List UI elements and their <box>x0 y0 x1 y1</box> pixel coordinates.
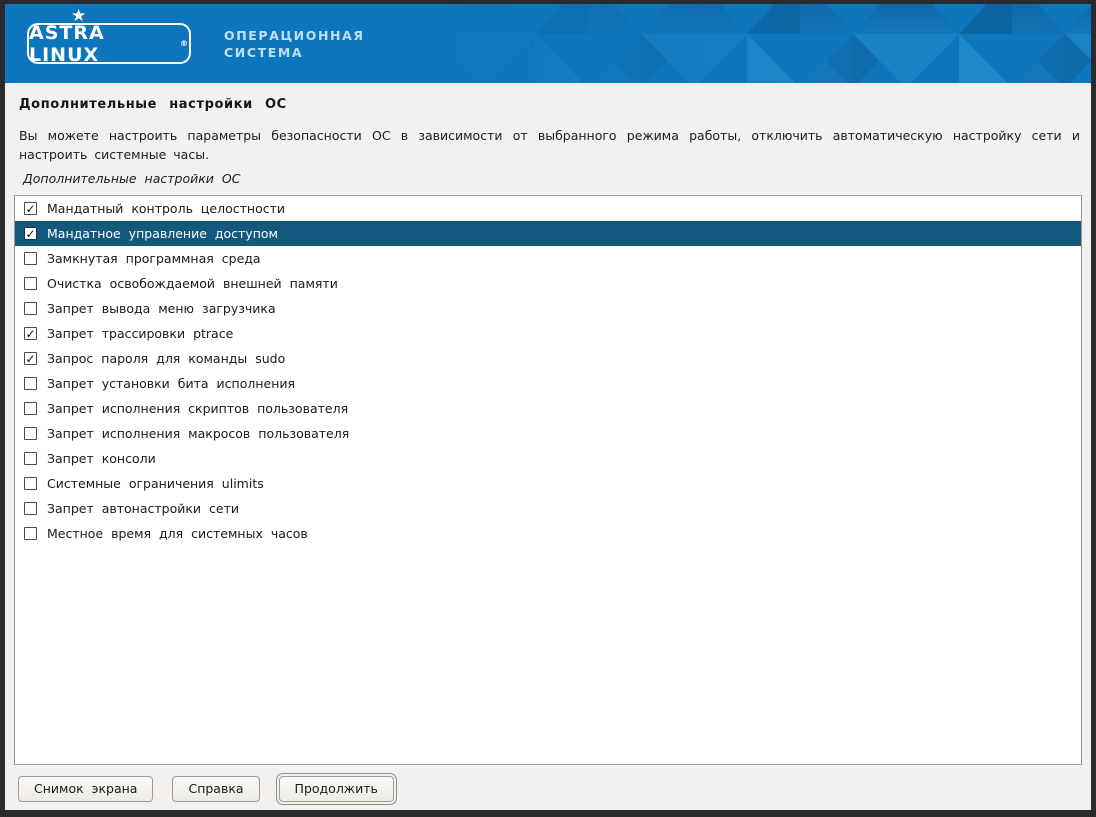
list-item[interactable]: ✓ Запрет трассировки ptrace <box>15 321 1081 346</box>
screenshot-button[interactable]: Снимок экрана <box>18 776 153 802</box>
option-label: Запрет исполнения макросов пользователя <box>47 426 349 441</box>
checkbox[interactable] <box>24 252 37 265</box>
checkbox[interactable] <box>24 527 37 540</box>
checkbox[interactable] <box>24 277 37 290</box>
checkbox[interactable] <box>24 427 37 440</box>
astra-linux-logo: ASTRA LINUX® <box>27 23 191 64</box>
option-label: Запрет исполнения скриптов пользователя <box>47 401 348 416</box>
window-content: ★ ASTRA LINUX® ОПЕРАЦИОННАЯ СИСТЕМА Допо… <box>5 4 1091 810</box>
option-label: Очистка освобождаемой внешней памяти <box>47 276 338 291</box>
list-item[interactable]: Запрет исполнения скриптов пользователя <box>15 396 1081 421</box>
checkbox[interactable]: ✓ <box>24 327 37 340</box>
main-area: Дополнительные настройки ОС Вы можете на… <box>5 83 1091 810</box>
page-description: Вы можете настроить параметры безопаснос… <box>19 126 1082 164</box>
list-item[interactable]: Системные ограничения ulimits <box>15 471 1081 496</box>
registered-mark: ® <box>180 39 189 48</box>
option-label: Системные ограничения ulimits <box>47 476 264 491</box>
page-title: Дополнительные настройки ОС <box>19 97 1082 112</box>
list-item[interactable]: Запрет установки бита исполнения <box>15 371 1081 396</box>
checkbox[interactable] <box>24 377 37 390</box>
help-button[interactable]: Справка <box>172 776 259 802</box>
checkbox[interactable] <box>24 452 37 465</box>
list-item[interactable]: Очистка освобождаемой внешней памяти <box>15 271 1081 296</box>
list-item[interactable]: Запрет исполнения макросов пользователя <box>15 421 1081 446</box>
option-label: Запрет консоли <box>47 451 156 466</box>
product-line1: ОПЕРАЦИОННАЯ <box>224 27 365 44</box>
option-label: Запрет вывода меню загрузчика <box>47 301 276 316</box>
checkbox[interactable]: ✓ <box>24 202 37 215</box>
option-label: Запрос пароля для команды sudo <box>47 351 285 366</box>
checkbox[interactable]: ✓ <box>24 352 37 365</box>
continue-button[interactable]: Продолжить <box>279 776 394 802</box>
checkbox[interactable] <box>24 302 37 315</box>
installer-window: ★ ASTRA LINUX® ОПЕРАЦИОННАЯ СИСТЕМА Допо… <box>0 0 1096 817</box>
logo-text: ASTRA LINUX <box>29 22 179 66</box>
header-banner: ★ ASTRA LINUX® ОПЕРАЦИОННАЯ СИСТЕМА <box>5 4 1091 83</box>
list-item[interactable]: Замкнутая программная среда <box>15 246 1081 271</box>
option-label: Запрет установки бита исполнения <box>47 376 295 391</box>
list-item[interactable]: Местное время для системных часов <box>15 521 1081 546</box>
footer-bar: Снимок экрана Справка Продолжить <box>14 776 1082 802</box>
list-item[interactable]: ✓ Мандатный контроль целостности <box>15 196 1081 221</box>
list-item[interactable]: Запрет вывода меню загрузчика <box>15 296 1081 321</box>
list-caption: Дополнительные настройки ОС <box>23 171 1082 186</box>
checkbox[interactable]: ✓ <box>24 227 37 240</box>
star-icon: ★ <box>71 8 86 25</box>
option-label: Мандатное управление доступом <box>47 226 278 241</box>
option-label: Запрет трассировки ptrace <box>47 326 233 341</box>
product-line2: СИСТЕМА <box>224 44 365 61</box>
list-item[interactable]: ✓ Запрос пароля для команды sudo <box>15 346 1081 371</box>
checkbox[interactable] <box>24 502 37 515</box>
list-item[interactable]: Запрет автонастройки сети <box>15 496 1081 521</box>
product-name: ОПЕРАЦИОННАЯ СИСТЕМА <box>224 27 365 61</box>
option-label: Замкнутая программная среда <box>47 251 261 266</box>
option-label: Мандатный контроль целостности <box>47 201 285 216</box>
checkbox[interactable] <box>24 402 37 415</box>
list-item[interactable]: ✓ Мандатное управление доступом <box>15 221 1081 246</box>
options-list: ✓ Мандатный контроль целостности ✓ Манда… <box>14 195 1082 765</box>
option-label: Местное время для системных часов <box>47 526 308 541</box>
option-label: Запрет автонастройки сети <box>47 501 239 516</box>
checkbox[interactable] <box>24 477 37 490</box>
list-item[interactable]: Запрет консоли <box>15 446 1081 471</box>
